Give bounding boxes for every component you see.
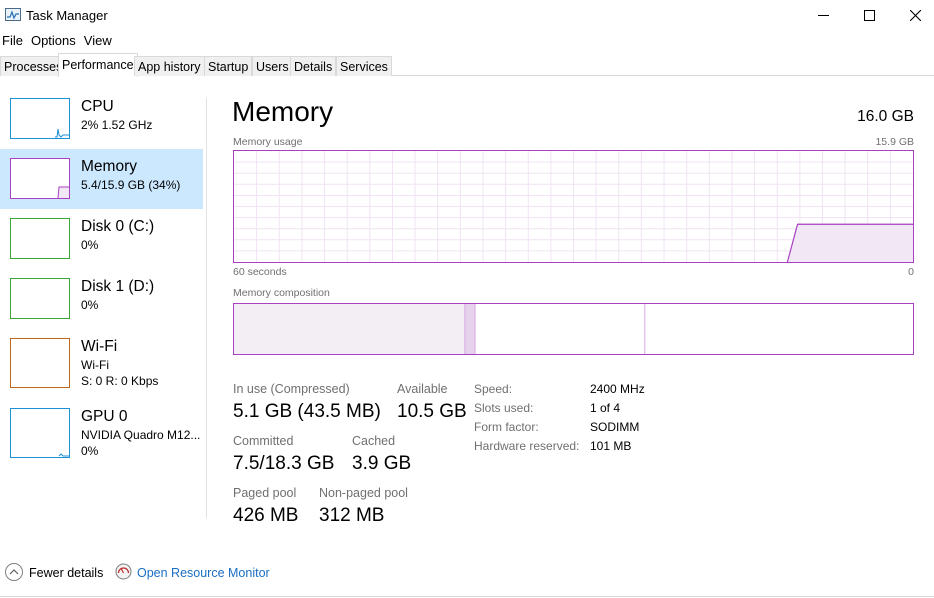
tab-processes[interactable]: Processes: [0, 56, 67, 76]
form-factor-key: Form factor:: [474, 420, 539, 434]
slots-value: 1 of 4: [590, 401, 621, 415]
sidebar-item-value: NVIDIA Quadro M12...: [81, 428, 201, 442]
memory-total: 16.0 GB: [857, 108, 914, 125]
slots-key: Slots used:: [474, 401, 534, 415]
tab-users[interactable]: Users: [252, 56, 293, 76]
disk-0-thumbnail: [10, 218, 70, 259]
speed-key: Speed:: [474, 382, 513, 396]
in-use-segment: [234, 304, 465, 354]
gpu-0-thumbnail: [10, 408, 70, 458]
sidebar-item-label: GPU 0: [81, 408, 128, 425]
sidebar-item-value: Wi-Fi: [81, 358, 109, 372]
available-value: 10.5 GB: [397, 401, 467, 422]
sidebar-item-disk-1[interactable]: Disk 1 (D:) 0%: [0, 269, 203, 329]
graph-time-start: 60 seconds: [233, 266, 287, 278]
usage-graph-max: 15.9 GB: [875, 136, 914, 148]
sidebar-item-value: 2% 1.52 GHz: [81, 118, 153, 132]
committed-value: 7.5/18.3 GB: [233, 453, 335, 474]
usage-area: [787, 224, 913, 262]
sidebar-item-label: Disk 0 (C:): [81, 218, 155, 235]
menu-view[interactable]: View: [82, 31, 118, 51]
open-resource-monitor-link[interactable]: Open Resource Monitor: [137, 566, 270, 580]
tab-performance[interactable]: Performance: [58, 53, 138, 77]
memory-composition-chart: [234, 304, 646, 354]
sidebar-item-value: 0%: [81, 238, 99, 252]
paged-pool-value: 426 MB: [233, 505, 299, 526]
non-paged-pool-value: 312 MB: [319, 505, 385, 526]
close-button[interactable]: [892, 0, 934, 31]
close-icon: [909, 10, 921, 21]
sidebar-item-cpu[interactable]: CPU 2% 1.52 GHz: [0, 89, 203, 149]
standby-segment: [475, 304, 645, 354]
non-paged-pool-label: Non-paged pool: [319, 486, 408, 500]
in-use-label: In use (Compressed): [233, 382, 350, 396]
tab-startup[interactable]: Startup: [204, 56, 253, 76]
window-title: Task Manager: [26, 8, 108, 23]
sidebar-item-value: 0%: [81, 444, 99, 458]
cpu-thumbnail: [10, 98, 70, 139]
hardware-reserved-key: Hardware reserved:: [474, 439, 580, 453]
sidebar-item-value: 5.4/15.9 GB (34%): [81, 178, 181, 192]
composition-label: Memory composition: [233, 287, 330, 299]
chevron-up-icon[interactable]: [5, 563, 23, 581]
maximize-icon: [863, 10, 875, 21]
sidebar-item-gpu-0[interactable]: GPU 0 NVIDIA Quadro M12... 0%: [0, 399, 203, 469]
wifi-thumbnail: [10, 338, 70, 388]
sidebar-item-value: 0%: [81, 298, 99, 312]
sidebar-item-label: Wi-Fi: [81, 338, 118, 355]
sidebar-item-value: S: 0 R: 0 Kbps: [81, 374, 159, 388]
cached-value: 3.9 GB: [352, 453, 412, 474]
speed-value: 2400 MHz: [590, 382, 645, 396]
sidebar-divider: [206, 98, 207, 518]
disk-1-thumbnail: [10, 278, 70, 319]
sidebar-item-label: CPU: [81, 98, 114, 115]
sidebar-item-label: Disk 1 (D:): [81, 278, 155, 295]
cached-label: Cached: [352, 434, 396, 448]
menu-bar: File Options View: [0, 31, 118, 51]
tab-app-history[interactable]: App history: [134, 56, 205, 76]
maximize-button[interactable]: [846, 0, 892, 31]
tab-details[interactable]: Details: [290, 56, 337, 76]
sidebar-item-memory[interactable]: Memory 5.4/15.9 GB (34%): [0, 149, 203, 209]
form-factor-value: SODIMM: [590, 420, 640, 434]
available-label: Available: [397, 382, 448, 396]
resource-monitor-icon[interactable]: [115, 563, 132, 580]
in-use-value: 5.1 GB (43.5 MB): [233, 401, 381, 422]
graph-time-end: 0: [908, 266, 914, 278]
menu-options[interactable]: Options: [29, 31, 82, 51]
memory-thumbnail: [10, 158, 70, 199]
menu-file[interactable]: File: [0, 31, 29, 51]
sidebar-item-label: Memory: [81, 158, 137, 175]
memory-composition-bar: [233, 303, 914, 355]
title-bar: Task Manager: [0, 0, 934, 31]
task-manager-icon: [5, 8, 21, 21]
paged-pool-label: Paged pool: [233, 486, 297, 500]
tab-bar: Processes Performance App history Startu…: [0, 53, 934, 77]
committed-label: Committed: [233, 434, 294, 448]
memory-usage-chart: [234, 151, 913, 263]
sidebar-item-disk-0[interactable]: Disk 0 (C:) 0%: [0, 209, 203, 269]
minimize-icon: [817, 15, 829, 16]
page-title: Memory: [232, 96, 334, 127]
sidebar-item-wifi[interactable]: Wi-Fi Wi-Fi S: 0 R: 0 Kbps: [0, 329, 203, 399]
modified-segment: [464, 304, 476, 354]
hardware-reserved-value: 101 MB: [590, 439, 632, 453]
fewer-details-button[interactable]: Fewer details: [29, 566, 103, 580]
memory-usage-graph: [233, 150, 914, 263]
tab-services[interactable]: Services: [336, 56, 392, 76]
usage-graph-label: Memory usage: [233, 136, 303, 148]
minimize-button[interactable]: [800, 0, 846, 31]
footer-divider: [0, 596, 934, 597]
